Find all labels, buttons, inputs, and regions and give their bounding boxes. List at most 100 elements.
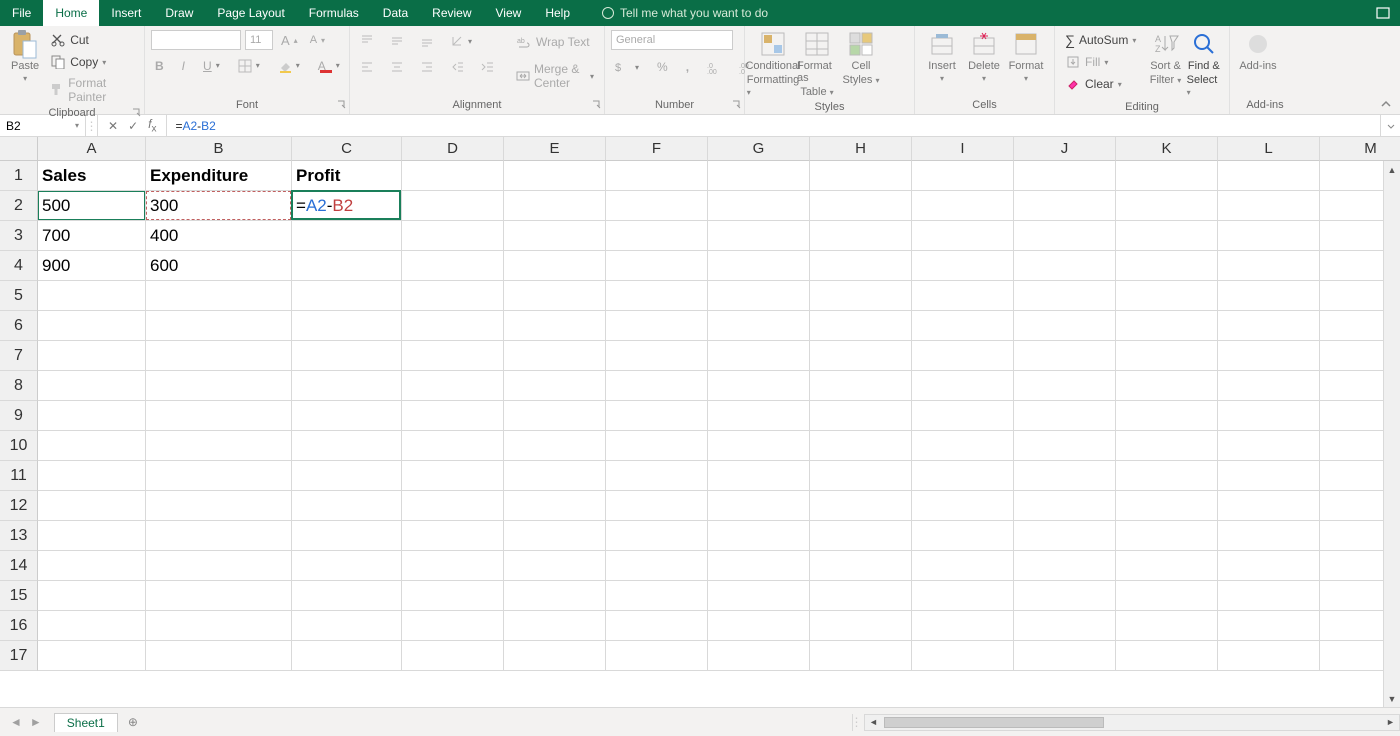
cell-C2[interactable]: =A2-B2 (292, 191, 402, 221)
percent-format-button[interactable]: % (653, 58, 672, 76)
vertical-scrollbar[interactable]: ▲ ▼ (1383, 161, 1400, 707)
cell-D12[interactable] (402, 491, 504, 521)
cell-C15[interactable] (292, 581, 402, 611)
cell-K8[interactable] (1116, 371, 1218, 401)
cell-D16[interactable] (402, 611, 504, 641)
cell-K11[interactable] (1116, 461, 1218, 491)
scroll-down-button[interactable]: ▼ (1384, 690, 1400, 707)
cell-B17[interactable] (146, 641, 292, 671)
format-as-table-button[interactable]: Format as Table ▾ (795, 28, 839, 100)
cell-F8[interactable] (606, 371, 708, 401)
window-maximize-icon[interactable] (1376, 7, 1390, 19)
border-button[interactable]: ▾ (234, 57, 264, 75)
cell-D14[interactable] (402, 551, 504, 581)
tab-data[interactable]: Data (371, 0, 420, 26)
delete-cells-button[interactable]: Delete▾ (963, 28, 1005, 85)
cell-G16[interactable] (708, 611, 810, 641)
cell-I9[interactable] (912, 401, 1014, 431)
cell-I16[interactable] (912, 611, 1014, 641)
cell-C10[interactable] (292, 431, 402, 461)
italic-button[interactable]: I (178, 57, 189, 75)
row-header-5[interactable]: 5 (0, 281, 38, 311)
cell-G2[interactable] (708, 191, 810, 221)
column-header-M[interactable]: M (1320, 137, 1400, 161)
cell-G5[interactable] (708, 281, 810, 311)
cell-H12[interactable] (810, 491, 912, 521)
cell-K7[interactable] (1116, 341, 1218, 371)
underline-button[interactable]: U▾ (199, 57, 224, 75)
tab-review[interactable]: Review (420, 0, 483, 26)
cell-L9[interactable] (1218, 401, 1320, 431)
tab-draw[interactable]: Draw (153, 0, 205, 26)
tab-home[interactable]: Home (43, 0, 99, 26)
cell-K16[interactable] (1116, 611, 1218, 641)
cell-A13[interactable] (38, 521, 146, 551)
cell-G14[interactable] (708, 551, 810, 581)
column-header-F[interactable]: F (606, 137, 708, 161)
align-center-button[interactable] (386, 58, 408, 76)
formula-input[interactable]: =A2-B2 (167, 119, 1380, 133)
horizontal-scrollbar[interactable]: ◄ ► (864, 714, 1400, 731)
cell-G4[interactable] (708, 251, 810, 281)
cell-K3[interactable] (1116, 221, 1218, 251)
tab-page-layout[interactable]: Page Layout (205, 0, 296, 26)
cell-J11[interactable] (1014, 461, 1116, 491)
cell-D17[interactable] (402, 641, 504, 671)
copy-button[interactable]: Copy ▾ (46, 52, 138, 72)
column-header-B[interactable]: B (146, 137, 292, 161)
cell-E17[interactable] (504, 641, 606, 671)
cell-F9[interactable] (606, 401, 708, 431)
cell-D9[interactable] (402, 401, 504, 431)
fill-color-button[interactable]: ▾ (274, 57, 304, 75)
cell-J1[interactable] (1014, 161, 1116, 191)
cancel-formula-button[interactable]: ✕ (108, 119, 118, 133)
cell-C6[interactable] (292, 311, 402, 341)
cell-A14[interactable] (38, 551, 146, 581)
scroll-right-button[interactable]: ► (1382, 717, 1399, 727)
tab-insert[interactable]: Insert (99, 0, 153, 26)
cell-L3[interactable] (1218, 221, 1320, 251)
cell-H2[interactable] (810, 191, 912, 221)
cell-H10[interactable] (810, 431, 912, 461)
cell-H3[interactable] (810, 221, 912, 251)
decrease-font-button[interactable]: A▾ (306, 32, 329, 48)
cell-A12[interactable] (38, 491, 146, 521)
cell-I11[interactable] (912, 461, 1014, 491)
cell-B14[interactable] (146, 551, 292, 581)
cell-D1[interactable] (402, 161, 504, 191)
cell-C3[interactable] (292, 221, 402, 251)
cell-K10[interactable] (1116, 431, 1218, 461)
paste-button[interactable]: Paste ▾ (6, 28, 44, 85)
column-header-E[interactable]: E (504, 137, 606, 161)
cell-K14[interactable] (1116, 551, 1218, 581)
cell-E4[interactable] (504, 251, 606, 281)
cell-F7[interactable] (606, 341, 708, 371)
font-size-input[interactable]: 11 (245, 30, 273, 50)
cell-L16[interactable] (1218, 611, 1320, 641)
cell-K9[interactable] (1116, 401, 1218, 431)
collapse-ribbon-button[interactable] (1380, 98, 1392, 110)
insert-cells-button[interactable]: Insert▾ (921, 28, 963, 85)
select-all-corner[interactable] (0, 137, 38, 161)
cell-J14[interactable] (1014, 551, 1116, 581)
column-header-J[interactable]: J (1014, 137, 1116, 161)
cell-I6[interactable] (912, 311, 1014, 341)
increase-font-button[interactable]: A▴ (277, 31, 302, 50)
cell-A17[interactable] (38, 641, 146, 671)
column-header-G[interactable]: G (708, 137, 810, 161)
cell-D2[interactable] (402, 191, 504, 221)
cell-D7[interactable] (402, 341, 504, 371)
cell-B2[interactable]: 300 (146, 191, 292, 221)
cell-E1[interactable] (504, 161, 606, 191)
sheet-tab-1[interactable]: Sheet1 (54, 713, 118, 732)
cell-H16[interactable] (810, 611, 912, 641)
cell-B9[interactable] (146, 401, 292, 431)
cell-L12[interactable] (1218, 491, 1320, 521)
cell-J7[interactable] (1014, 341, 1116, 371)
cell-I14[interactable] (912, 551, 1014, 581)
tab-formulas[interactable]: Formulas (297, 0, 371, 26)
cell-F10[interactable] (606, 431, 708, 461)
cell-F14[interactable] (606, 551, 708, 581)
cell-I8[interactable] (912, 371, 1014, 401)
align-right-button[interactable] (416, 58, 438, 76)
